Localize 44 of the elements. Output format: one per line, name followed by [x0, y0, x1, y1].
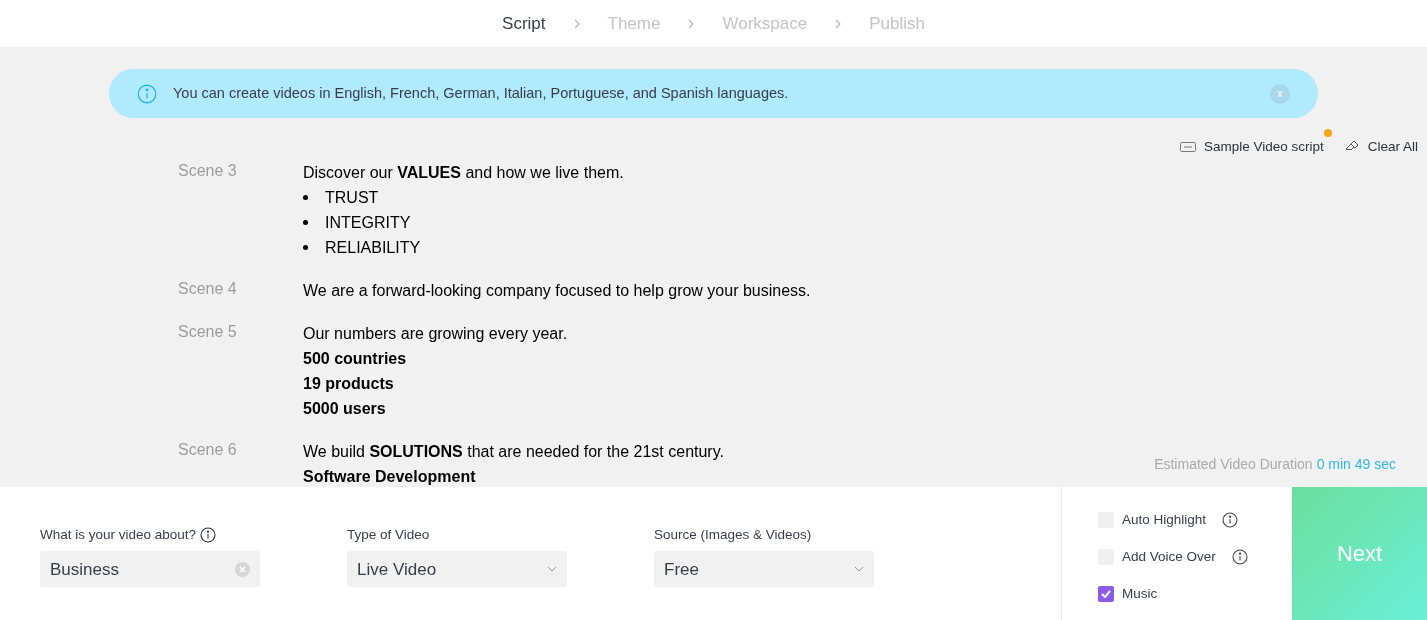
info-icon[interactable]	[1222, 512, 1239, 528]
checkbox[interactable]	[1098, 586, 1114, 602]
bullet-icon	[303, 220, 308, 225]
scene-label: Scene 4	[178, 279, 238, 299]
chevron-icon	[688, 18, 695, 29]
script-line: RELIABILITY	[325, 238, 421, 258]
duration-value: 0 min 49 sec	[1316, 455, 1396, 474]
script-line: 500 countries	[303, 349, 408, 369]
script-line: 5000 users	[303, 399, 387, 419]
info-icon[interactable]	[200, 527, 217, 544]
scene-label: Scene 3	[178, 161, 238, 181]
scene-label: Scene 5	[178, 322, 238, 342]
field-label: Type of Video	[347, 526, 430, 544]
chevron-icon	[835, 18, 842, 29]
banner-text: You can create videos in English, French, German, Italian, Portuguese, and Spanish languages.	[173, 83, 790, 103]
script-line: INTEGRITY	[325, 213, 411, 233]
option-label: Music	[1122, 584, 1158, 603]
script-line: We build SOLUTIONS that are needed for the 21st century.	[303, 442, 724, 462]
field-label: What is your video about?	[40, 526, 197, 544]
script-line: We are a forward-looking company focused to help grow your business.	[303, 281, 811, 301]
script-line: Discover our VALUES and how we live them.	[303, 163, 624, 183]
script-line: 19 products	[303, 374, 395, 394]
clear-all-button[interactable]: Clear All	[1343, 137, 1418, 158]
dropdown[interactable]: Live Video	[347, 551, 567, 588]
duration-label: Estimated Video Duration	[1154, 455, 1313, 474]
option-label: Auto Highlight	[1122, 510, 1207, 529]
info-icon[interactable]	[1231, 549, 1248, 565]
sample-script-button[interactable]: Sample Video script	[1179, 137, 1324, 158]
chevron-down-icon	[547, 566, 557, 573]
topic-input[interactable]: Business	[40, 551, 260, 588]
chevron-icon	[573, 18, 580, 29]
check-icon	[1101, 590, 1111, 598]
tag-icon	[1179, 142, 1196, 153]
scene-label: Scene 6	[178, 440, 238, 460]
bullet-icon	[303, 195, 308, 200]
option-label: Add Voice Over	[1122, 547, 1216, 566]
script-line: Our numbers are growing every year.	[303, 324, 568, 344]
bullet-icon	[303, 245, 308, 250]
field-label: Source (Images & Videos)	[654, 526, 812, 544]
script-line: TRUST	[325, 188, 379, 208]
dropdown[interactable]: Free	[654, 551, 874, 588]
step-tab[interactable]: Script	[502, 10, 546, 37]
chevron-down-icon	[854, 566, 864, 573]
script-line: Software Development	[303, 467, 477, 487]
